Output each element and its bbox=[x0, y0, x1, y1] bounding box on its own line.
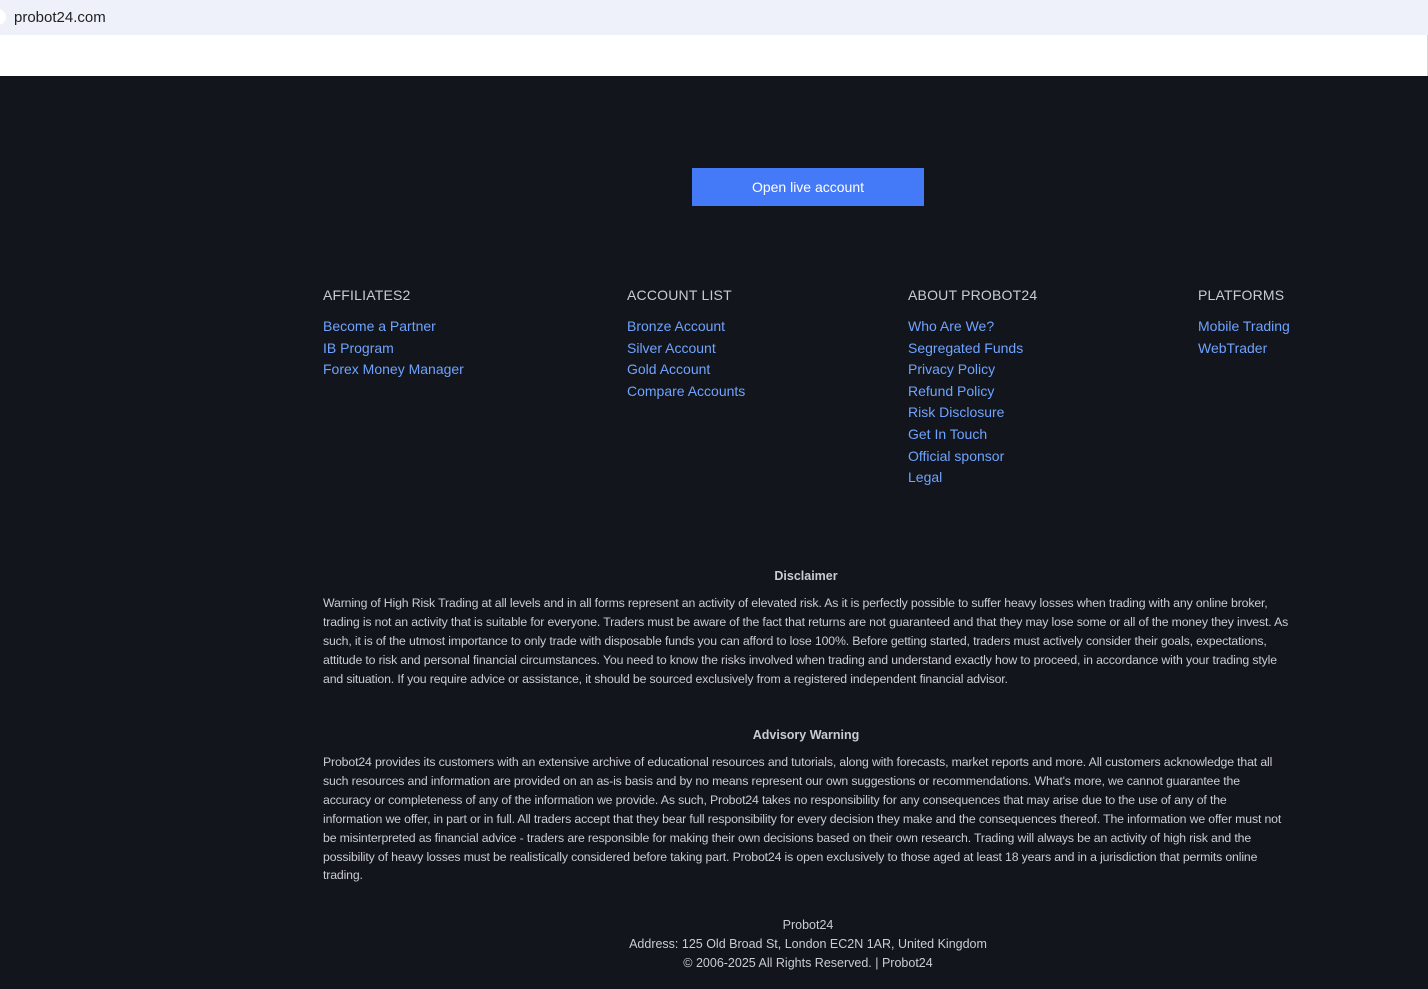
footer-link-refund-policy[interactable]: Refund Policy bbox=[908, 381, 1037, 403]
footer-link-silver-account[interactable]: Silver Account bbox=[627, 338, 745, 360]
footer-link-become-partner[interactable]: Become a Partner bbox=[323, 316, 464, 338]
footer-link-mobile-trading[interactable]: Mobile Trading bbox=[1198, 316, 1290, 338]
footer-link-legal[interactable]: Legal bbox=[908, 467, 1037, 489]
open-live-account-button[interactable]: Open live account bbox=[692, 168, 924, 206]
footer-link-privacy-policy[interactable]: Privacy Policy bbox=[908, 359, 1037, 381]
column-title: AFFILIATES2 bbox=[323, 287, 411, 303]
footer-link-ib-program[interactable]: IB Program bbox=[323, 338, 464, 360]
footer-column-affiliates: AFFILIATES2 Become a Partner IB Program … bbox=[323, 286, 464, 381]
footer-link-segregated-funds[interactable]: Segregated Funds bbox=[908, 338, 1037, 360]
footer-link-get-in-touch[interactable]: Get In Touch bbox=[908, 424, 1037, 446]
advisory-title: Advisory Warning bbox=[752, 728, 860, 742]
url-text[interactable]: probot24.com bbox=[14, 9, 106, 26]
footer-link-official-sponsor[interactable]: Official sponsor bbox=[908, 446, 1037, 468]
company-name: Probot24 bbox=[782, 918, 834, 932]
advisory-text: Probot24 provides its customers with an … bbox=[323, 755, 1282, 883]
footer-link-bronze-account[interactable]: Bronze Account bbox=[627, 316, 745, 338]
site-info-icon[interactable] bbox=[0, 9, 6, 25]
disclaimer-title: Disclaimer bbox=[774, 569, 838, 583]
footer-link-compare-accounts[interactable]: Compare Accounts bbox=[627, 381, 745, 403]
disclaimer-section: Disclaimer Warning of High Risk Trading … bbox=[323, 568, 1289, 689]
company-info: Probot24 Address: 125 Old Broad St, Lond… bbox=[0, 916, 1428, 973]
copyright: © 2006-2025 All Rights Reserved. | Probo… bbox=[683, 956, 933, 970]
company-address: Address: 125 Old Broad St, London EC2N 1… bbox=[629, 937, 987, 951]
footer-link-who-are-we[interactable]: Who Are We? bbox=[908, 316, 1037, 338]
footer-link-risk-disclosure[interactable]: Risk Disclosure bbox=[908, 402, 1037, 424]
column-title: ABOUT PROBOT24 bbox=[908, 287, 1038, 303]
footer-link-gold-account[interactable]: Gold Account bbox=[627, 359, 745, 381]
footer-link-webtrader[interactable]: WebTrader bbox=[1198, 338, 1290, 360]
address-bar[interactable]: probot24.com bbox=[0, 0, 1428, 35]
footer-column-platforms: PLATFORMS Mobile Trading WebTrader bbox=[1198, 286, 1290, 359]
footer-column-account-list: ACCOUNT LIST Bronze Account Silver Accou… bbox=[627, 286, 745, 402]
footer-column-about: ABOUT PROBOT24 Who Are We? Segregated Fu… bbox=[908, 286, 1037, 489]
footer-link-forex-money-manager[interactable]: Forex Money Manager bbox=[323, 359, 464, 381]
advisory-warning-section: Advisory Warning Probot24 provides its c… bbox=[323, 727, 1289, 885]
site-footer: Open live account AFFILIATES2 Become a P… bbox=[0, 76, 1428, 989]
disclaimer-text: Warning of High Risk Trading at all leve… bbox=[323, 596, 1289, 686]
column-title: ACCOUNT LIST bbox=[627, 287, 732, 303]
column-title: PLATFORMS bbox=[1198, 287, 1285, 303]
page-header-strip bbox=[0, 35, 1428, 76]
